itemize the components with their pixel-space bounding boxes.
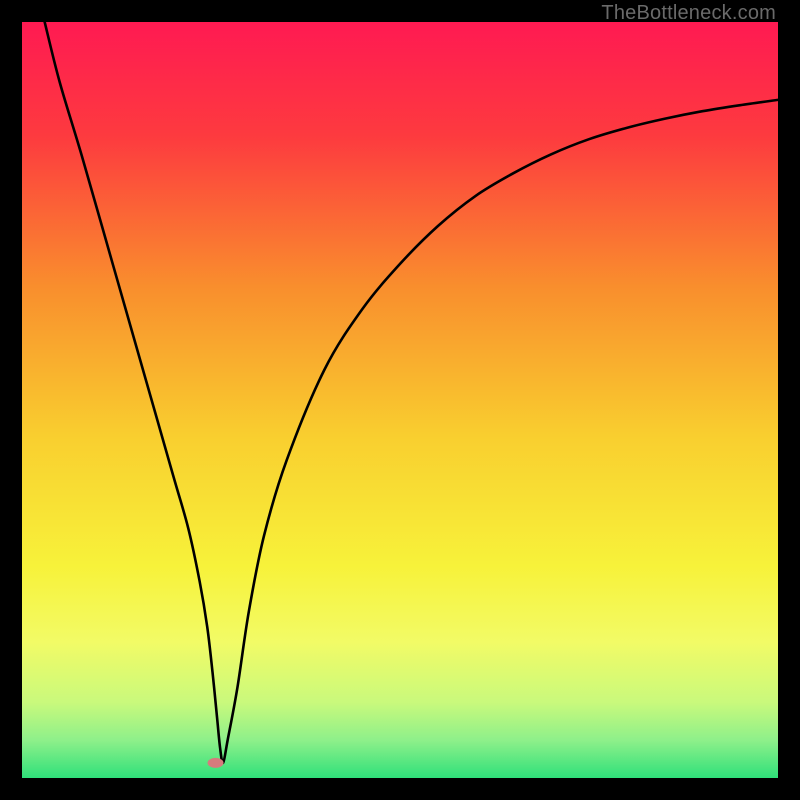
chart-background: [22, 22, 778, 778]
minimum-marker: [208, 758, 224, 768]
chart-frame: [22, 22, 778, 778]
bottleneck-chart: [22, 22, 778, 778]
